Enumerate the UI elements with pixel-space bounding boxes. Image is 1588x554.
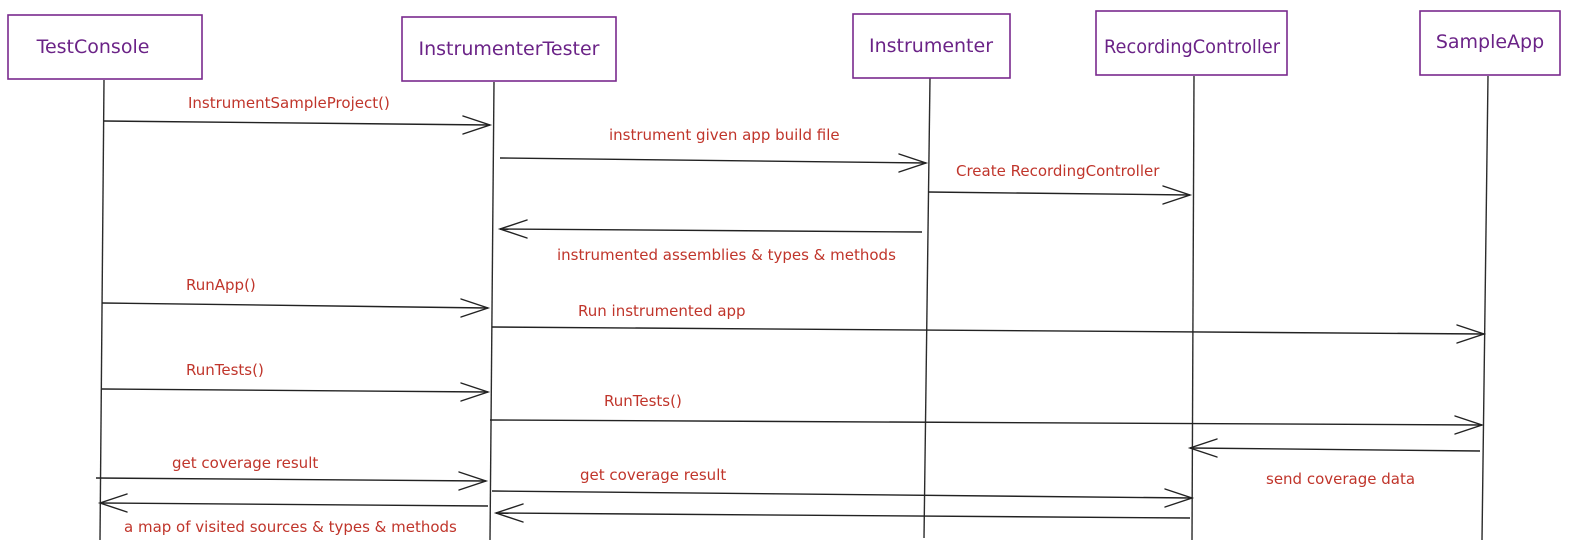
message-label: RunTests() — [604, 392, 682, 410]
message-arrow-line — [495, 512, 1191, 519]
lifeline-instrumenter — [923, 77, 931, 539]
message-arrow-line — [101, 388, 489, 393]
actor-label: RecordingController — [1104, 36, 1280, 58]
message-label: InstrumentSampleProject() — [188, 94, 390, 112]
message-arrow-line — [1189, 447, 1481, 452]
message-arrow-line — [103, 120, 491, 126]
actor-testconsole: TestConsole — [7, 14, 203, 80]
message-label: RunTests() — [186, 361, 264, 379]
lifeline-instrumentertester — [489, 81, 495, 541]
message-arrow-line — [927, 191, 1191, 196]
message-arrow-line — [101, 302, 489, 309]
message-label: get coverage result — [580, 466, 726, 484]
actor-label: TestConsole — [36, 36, 150, 58]
message-arrow-line — [491, 490, 1193, 499]
actor-instrumenter: Instrumenter — [852, 13, 1011, 79]
message-get-coverage-result-console: get coverage result — [95, 454, 489, 491]
actor-instrumentertester: InstrumenterTester — [401, 16, 617, 82]
actor-label: Instrumenter — [869, 35, 993, 57]
message-label: get coverage result — [172, 454, 318, 472]
lifeline-sampleapp — [1481, 75, 1489, 541]
lifeline-recordingcontroller — [1191, 75, 1195, 541]
message-arrow-line — [489, 419, 1483, 426]
message-instrumented-assemblies: instrumented assemblies & types & method… — [497, 219, 923, 264]
message-create-recording-controller: Create RecordingController — [927, 162, 1193, 205]
message-send-coverage-data: send coverage data — [1187, 438, 1481, 488]
message-get-coverage-result-tester: get coverage result — [491, 466, 1195, 508]
message-map-of-visited-sources: a map of visited sources & types & metho… — [97, 493, 489, 536]
message-run-app: RunApp() — [101, 276, 491, 318]
message-instrument-given-app-build-file: instrument given app build file — [499, 126, 929, 173]
message-label: send coverage data — [1266, 470, 1415, 488]
message-run-tests-console: RunTests() — [101, 361, 491, 402]
actor-label: InstrumenterTester — [419, 38, 600, 60]
actor-label: SampleApp — [1436, 31, 1544, 53]
message-instrument-sample-project: InstrumentSampleProject() — [103, 94, 493, 135]
message-arrow-line — [491, 326, 1485, 335]
message-label: a map of visited sources & types & metho… — [124, 518, 457, 536]
actor-recordingcontroller: RecordingController — [1095, 10, 1288, 76]
message-arrow-line — [95, 477, 487, 482]
lifeline-testconsole — [99, 79, 105, 541]
message-label: instrumented assemblies & types & method… — [557, 246, 896, 264]
message-label: Run instrumented app — [578, 302, 746, 320]
message-label: RunApp() — [186, 276, 256, 294]
message-run-instrumented-app: Run instrumented app — [491, 302, 1487, 344]
message-run-tests-tester: RunTests() — [489, 392, 1485, 435]
message-arrow-line — [99, 502, 489, 507]
actor-sampleapp: SampleApp — [1419, 10, 1561, 76]
message-arrow-line — [499, 228, 923, 233]
message-label: instrument given app build file — [609, 126, 840, 144]
message-coverage-return — [493, 503, 1191, 523]
sequence-diagram: TestConsole InstrumenterTester Instrumen… — [7, 10, 1561, 541]
message-label: Create RecordingController — [956, 162, 1160, 180]
message-arrow-line — [499, 157, 927, 164]
